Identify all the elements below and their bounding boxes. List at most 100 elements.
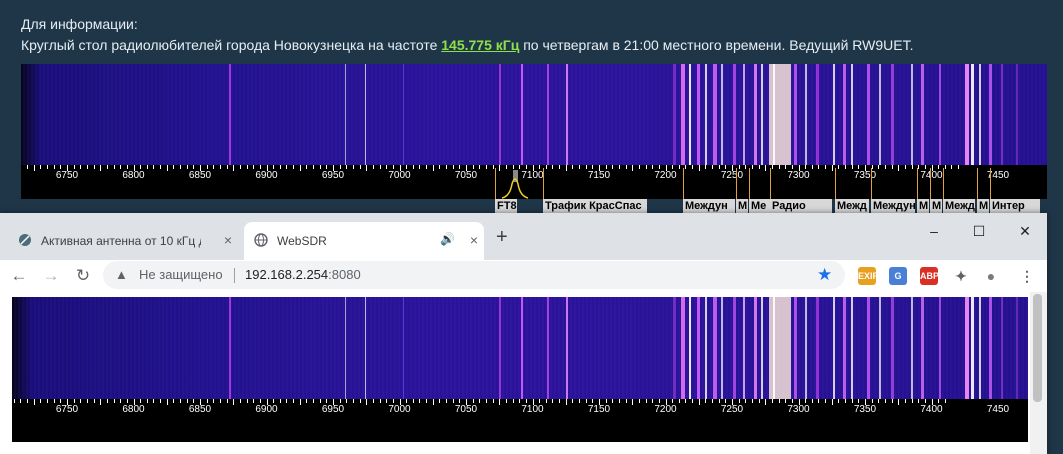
security-status[interactable]: Не защищено [139,267,223,282]
maximize-icon[interactable]: ☐ [971,223,987,239]
scale-tick [412,399,414,403]
scale-tick [924,399,926,403]
new-tab-button[interactable]: + [496,227,508,247]
scale-label: 7300 [787,404,810,415]
band-label[interactable]: M [977,199,989,213]
scale-tick [93,165,95,169]
tab-active-antenna[interactable]: Активная антенна от 10 кГц до 3 × [8,222,242,260]
scale-tick [918,399,920,403]
band-label[interactable]: Межд [943,199,975,213]
back-arrow-icon[interactable]: ← [9,266,29,286]
signal-trace [499,64,501,165]
scale-tick [173,399,175,403]
scale-tick [911,399,913,403]
band-label[interactable]: Междун [683,199,735,213]
forward-arrow-icon[interactable]: → [41,266,61,286]
band-label[interactable]: M [930,199,942,213]
frequency-scale-bottom[interactable]: 6750 6800 6850 6900 6950 7000 7050 7100 7150 7200… [12,399,1028,442]
scale-tick [359,165,361,169]
signal-trace [566,64,568,165]
scale-label: 7100 [521,404,544,415]
info-text-after: по четвергам в 21:00 местного времени. В… [519,37,914,53]
page-right-edge [1047,213,1063,454]
bookmark-star-icon[interactable]: ★ [817,265,832,285]
band-pin [930,168,931,199]
waterfall-top[interactable] [21,64,1047,165]
minimize-icon[interactable]: – [926,223,942,239]
scale-tick [898,165,900,171]
scale-tick [239,399,241,403]
scale-tick [519,165,521,169]
band-pin [835,168,836,199]
exif-extension-icon[interactable]: EXIF [858,267,878,285]
waterfall-bottom[interactable] [12,297,1028,399]
signal-trace [733,64,736,165]
scale-tick [565,165,567,171]
band-label[interactable]: Межд [835,199,869,213]
scale-tick [259,399,261,403]
tab-close-icon[interactable]: × [220,232,236,248]
signal-trace [1016,297,1018,399]
scale-tick [173,165,175,169]
signal-trace [705,64,707,165]
band-label[interactable]: Радио [770,199,832,213]
signal-trace [891,64,894,165]
scale-label: 6750 [55,170,79,181]
scale-tick [512,399,514,403]
scale-tick [299,399,301,405]
scale-tick [226,165,228,169]
frequency-link[interactable]: 145.775 кГц [441,37,519,53]
passband-marker[interactable] [500,170,530,199]
warning-icon[interactable]: ▲ [115,267,128,282]
scale-tick [113,165,115,169]
band-label[interactable]: Интер [990,199,1040,213]
omnibox-separator [234,268,235,283]
band-label[interactable]: Междун [871,199,915,213]
content-scrollbar[interactable] [1030,292,1047,454]
signal-trace [681,64,685,165]
scale-tick [718,165,720,169]
tab-websdr[interactable]: WebSDR 🔊 × [244,222,484,260]
scale-tick [605,165,607,169]
scale-label: 6850 [188,170,212,181]
scale-tick [213,399,215,403]
band-label[interactable]: M [917,199,929,213]
reload-icon[interactable]: ↻ [73,266,93,286]
translate-extension-icon[interactable]: G [889,267,907,285]
puzzle-extensions-icon[interactable]: ✦ [952,267,970,285]
url-text[interactable]: 192.168.2.254:8080 [245,267,361,282]
band-label[interactable]: Ме [749,199,771,213]
band-label[interactable]: FT8 [495,199,517,213]
menu-kebab-icon[interactable]: ⋮ [1020,267,1034,285]
scale-tick [698,165,700,171]
content-scrollbar-thumb[interactable] [1033,294,1042,402]
signal-trace [673,297,676,399]
scale-tick [738,165,740,169]
band-label[interactable]: Трафик КрасСпас [543,199,647,213]
frequency-scale-top[interactable]: 6750 6800 6850 6900 6950 7000 7050 7100 7150 7200… [21,165,1047,199]
band-label[interactable]: M [736,199,748,213]
band-pin [495,168,496,199]
scale-tick [120,165,122,169]
adblock-extension-icon[interactable]: ABP [920,267,939,285]
profile-avatar-icon[interactable]: ● [982,267,1000,285]
speaker-icon[interactable]: 🔊 [440,232,455,246]
address-bar[interactable]: ▲ Не защищено 192.168.2.254:8080 ★ [103,261,845,289]
scale-tick [845,399,847,403]
window-close-icon[interactable]: ✕ [1017,223,1033,239]
scale-tick [273,399,275,403]
scale-tick [47,165,49,169]
scale-tick [692,165,694,169]
signal-trace [1016,64,1018,165]
scale-tick [452,165,454,169]
scale-tick [253,399,255,403]
scale-tick [505,399,507,403]
scale-tick [565,399,567,405]
scale-tick [246,165,248,169]
tab-close-icon[interactable]: × [466,232,482,248]
scale-tick [745,399,747,403]
band-pin [977,168,978,199]
scale-tick [479,165,481,169]
scale-tick [712,165,714,169]
scale-tick [771,399,773,403]
